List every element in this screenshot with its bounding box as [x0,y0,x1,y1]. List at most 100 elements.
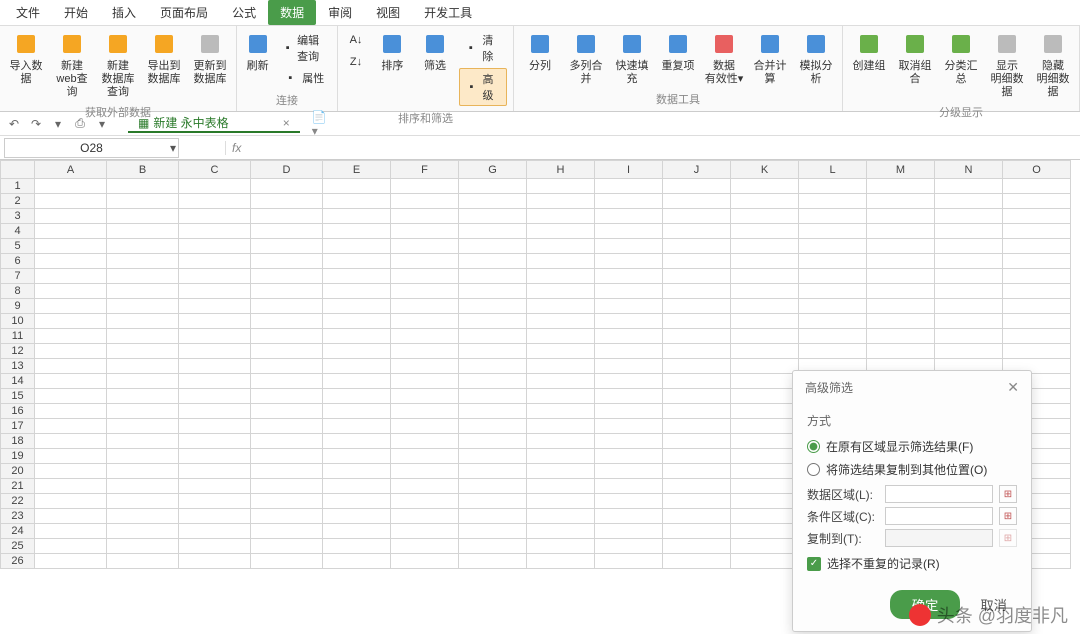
cell-C25[interactable] [179,539,251,554]
col-header-I[interactable]: I [595,161,663,179]
cell-O4[interactable] [1003,224,1071,239]
za-icon[interactable]: Z↓ [344,52,368,72]
cell-A16[interactable] [35,404,107,419]
radio-copy[interactable] [807,463,820,476]
menu-tab-数据[interactable]: 数据 [268,0,316,25]
cell-D12[interactable] [251,344,323,359]
cell-B2[interactable] [107,194,179,209]
cell-H18[interactable] [527,434,595,449]
fx-label[interactable]: fx [225,141,247,155]
cell-H21[interactable] [527,479,595,494]
cell-N3[interactable] [935,209,1003,224]
cell-L4[interactable] [799,224,867,239]
cell-B13[interactable] [107,359,179,374]
row-header-5[interactable]: 5 [1,239,35,254]
cell-I25[interactable] [595,539,663,554]
web-button[interactable]: 新建web查询 [50,28,94,102]
cell-E16[interactable] [323,404,391,419]
cell-D5[interactable] [251,239,323,254]
cell-G13[interactable] [459,359,527,374]
criteria-range-input[interactable] [885,507,993,525]
cell-F26[interactable] [391,554,459,569]
cell-F16[interactable] [391,404,459,419]
cell-L2[interactable] [799,194,867,209]
col-header-A[interactable]: A [35,161,107,179]
cell-B18[interactable] [107,434,179,449]
cell-O3[interactable] [1003,209,1071,224]
cell-G26[interactable] [459,554,527,569]
cell-H5[interactable] [527,239,595,254]
cell-F1[interactable] [391,179,459,194]
cell-N11[interactable] [935,329,1003,344]
col-header-D[interactable]: D [251,161,323,179]
cell-E18[interactable] [323,434,391,449]
row-header-17[interactable]: 17 [1,419,35,434]
cell-N1[interactable] [935,179,1003,194]
cell-E21[interactable] [323,479,391,494]
row-header-19[interactable]: 19 [1,449,35,464]
cell-I24[interactable] [595,524,663,539]
cell-J21[interactable] [663,479,731,494]
cell-B19[interactable] [107,449,179,464]
cell-M1[interactable] [867,179,935,194]
cell-E26[interactable] [323,554,391,569]
cell-L1[interactable] [799,179,867,194]
cell-A19[interactable] [35,449,107,464]
cell-J19[interactable] [663,449,731,464]
cell-G1[interactable] [459,179,527,194]
cell-H12[interactable] [527,344,595,359]
cell-I15[interactable] [595,389,663,404]
col-header-K[interactable]: K [731,161,799,179]
cell-F2[interactable] [391,194,459,209]
cell-N6[interactable] [935,254,1003,269]
cell-E25[interactable] [323,539,391,554]
cell-B14[interactable] [107,374,179,389]
cell-K8[interactable] [731,284,799,299]
cell-O10[interactable] [1003,314,1071,329]
import-button[interactable]: 导入数据 [4,28,48,88]
cell-K2[interactable] [731,194,799,209]
cell-D15[interactable] [251,389,323,404]
cell-D7[interactable] [251,269,323,284]
cell-N8[interactable] [935,284,1003,299]
menu-tab-插入[interactable]: 插入 [100,0,148,25]
group-button[interactable]: 创建组 [847,28,891,75]
cell-J4[interactable] [663,224,731,239]
cell-I3[interactable] [595,209,663,224]
print-icon[interactable]: ⎙ [72,116,88,132]
cell-F12[interactable] [391,344,459,359]
cell-F4[interactable] [391,224,459,239]
cell-J13[interactable] [663,359,731,374]
menu-tab-审阅[interactable]: 审阅 [316,0,364,25]
cell-B8[interactable] [107,284,179,299]
cell-J24[interactable] [663,524,731,539]
cell-A13[interactable] [35,359,107,374]
cell-K13[interactable] [731,359,799,374]
copy-to-input[interactable] [885,529,993,547]
cell-A12[interactable] [35,344,107,359]
row-header-3[interactable]: 3 [1,209,35,224]
cell-K6[interactable] [731,254,799,269]
cell-J18[interactable] [663,434,731,449]
cell-A18[interactable] [35,434,107,449]
cell-H26[interactable] [527,554,595,569]
copy-to-location-option[interactable]: 将筛选结果复制到其他位置(O) [807,458,1017,481]
cell-D2[interactable] [251,194,323,209]
cell-A11[interactable] [35,329,107,344]
data-range-input[interactable] [885,485,993,503]
cell-B6[interactable] [107,254,179,269]
cell-B3[interactable] [107,209,179,224]
cell-C5[interactable] [179,239,251,254]
cell-A5[interactable] [35,239,107,254]
close-tab-icon[interactable]: × [283,116,290,130]
cell-A3[interactable] [35,209,107,224]
cell-K1[interactable] [731,179,799,194]
unique-records-checkbox[interactable]: ✓ 选择不重复的记录(R) [807,555,1017,572]
cell-H19[interactable] [527,449,595,464]
cell-I6[interactable] [595,254,663,269]
cell-I5[interactable] [595,239,663,254]
cell-K24[interactable] [731,524,799,539]
valid-button[interactable]: 数据有效性▾ [702,28,746,88]
cell-F21[interactable] [391,479,459,494]
cell-E4[interactable] [323,224,391,239]
